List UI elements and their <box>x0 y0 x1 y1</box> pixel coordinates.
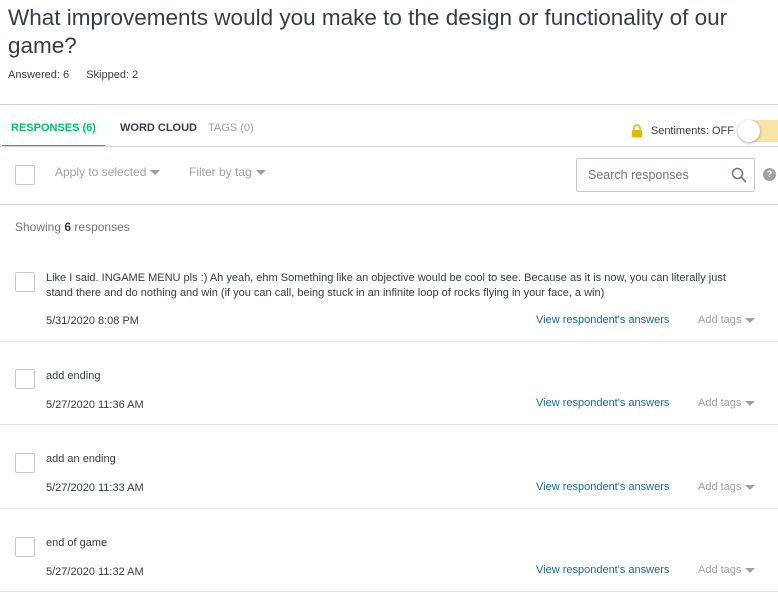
showing-suffix: responses <box>74 220 130 234</box>
tab-responses[interactable]: RESPONSES (6) <box>2 106 105 147</box>
row-divider <box>0 591 778 592</box>
responses-toolbar: Apply to selected Filter by tag ? <box>0 147 778 204</box>
row-divider <box>0 508 778 509</box>
question-title: What improvements would you make to the … <box>8 5 728 58</box>
filter-by-tag-label: Filter by tag <box>189 165 252 179</box>
sentiments-label: Sentiments: OFF <box>650 125 734 137</box>
lock-icon <box>631 124 642 138</box>
row-divider <box>0 424 778 425</box>
response-date: 5/27/2020 11:33 AM <box>46 482 144 494</box>
response-checkbox[interactable] <box>15 369 35 389</box>
add-tags-label: Add tags <box>698 397 742 409</box>
showing-prefix: Showing <box>15 220 62 234</box>
response-text: end of game <box>46 537 108 549</box>
add-tags-dropdown[interactable]: Add tags <box>698 564 756 576</box>
chevron-down-icon <box>745 484 756 490</box>
add-tags-label: Add tags <box>698 481 742 493</box>
row-divider <box>0 341 778 342</box>
tab-tags[interactable]: TAGS (0) <box>208 106 254 147</box>
showing-count: Showing 6 responses <box>15 220 130 234</box>
showing-number: 6 <box>64 220 72 234</box>
header-divider <box>0 104 778 105</box>
apply-to-selected-dropdown[interactable]: Apply to selected <box>55 165 161 179</box>
add-tags-dropdown[interactable]: Add tags <box>698 481 756 493</box>
sentiments-control: Sentiments: OFF <box>631 120 778 142</box>
select-all-checkbox[interactable] <box>15 165 35 185</box>
response-checkbox[interactable] <box>15 453 35 473</box>
response-checkbox[interactable] <box>15 272 35 292</box>
chevron-down-icon <box>150 169 161 175</box>
tab-word-cloud[interactable]: WORD CLOUD <box>120 106 197 147</box>
chevron-down-icon <box>745 567 756 573</box>
search-input[interactable] <box>577 159 727 191</box>
toggle-knob <box>738 120 760 142</box>
response-date: 5/31/2020 8:08 PM <box>46 315 139 327</box>
answered-count: Answered: 6 <box>8 69 70 81</box>
filter-by-tag-dropdown[interactable]: Filter by tag <box>189 165 266 179</box>
view-respondent-answers-link[interactable]: View respondent's answers <box>536 564 669 576</box>
chevron-down-icon <box>745 400 756 406</box>
search-icon[interactable] <box>731 167 747 183</box>
chevron-down-icon <box>255 169 266 175</box>
apply-to-selected-label: Apply to selected <box>55 165 147 179</box>
view-respondent-answers-link[interactable]: View respondent's answers <box>536 314 669 326</box>
response-date: 5/27/2020 11:36 AM <box>46 399 144 411</box>
skipped-count: Skipped: 2 <box>86 69 139 81</box>
chevron-down-icon <box>745 317 756 323</box>
toolbar-divider <box>0 204 778 205</box>
response-text: add ending <box>46 370 101 382</box>
view-respondent-answers-link[interactable]: View respondent's answers <box>536 397 669 409</box>
response-text: Like I said. INGAME MENU pls :) Ah yeah,… <box>46 272 726 299</box>
response-text: add an ending <box>46 453 116 465</box>
response-stats: Answered: 6 Skipped: 2 <box>8 69 152 81</box>
view-respondent-answers-link[interactable]: View respondent's answers <box>536 481 669 493</box>
add-tags-label: Add tags <box>698 564 742 576</box>
add-tags-label: Add tags <box>698 314 742 326</box>
response-date: 5/27/2020 11:32 AM <box>46 566 144 578</box>
response-checkbox[interactable] <box>15 537 35 557</box>
help-icon[interactable]: ? <box>763 168 776 181</box>
sentiments-toggle[interactable] <box>738 120 778 142</box>
add-tags-dropdown[interactable]: Add tags <box>698 397 756 409</box>
add-tags-dropdown[interactable]: Add tags <box>698 314 756 326</box>
search-box <box>576 158 755 192</box>
